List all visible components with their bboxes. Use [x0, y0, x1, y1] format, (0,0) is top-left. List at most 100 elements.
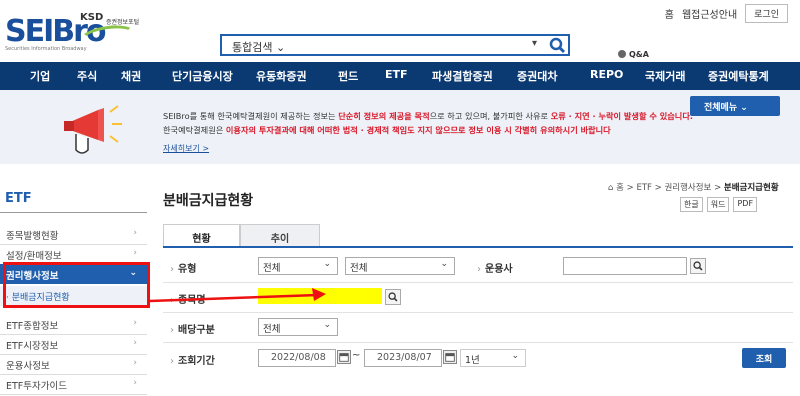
notice-text: SEIBro를 통해 한국예탁결제원이 제공하는 정보는: [163, 111, 339, 121]
sidebar-item-manager[interactable]: 운용사정보 ›: [0, 354, 147, 374]
seibro-logo-sub: Securities Information Broadway: [5, 46, 87, 52]
annotation-frame: [3, 262, 150, 308]
tab-underline: [163, 246, 793, 248]
breadcrumb-etf[interactable]: ETF: [636, 183, 651, 193]
qna-link[interactable]: Q&A: [618, 50, 649, 59]
nav-item-statistics[interactable]: 증권예탁통계: [708, 68, 769, 84]
notice-emphasis: 이용자의 투자결과에 대해 어떠한 법적 · 경제적 책임도 지지 않으므로 정…: [225, 125, 611, 135]
date-from-input[interactable]: 2022/08/08: [258, 349, 336, 367]
qna-icon: [618, 50, 626, 58]
all-menu-button[interactable]: 전체메뉴 ⌄: [690, 96, 780, 116]
sidebar-item-etf-summary[interactable]: ETF종합정보 ›: [0, 314, 147, 334]
breadcrumb-home[interactable]: 홈: [616, 183, 624, 193]
notice-line-1: SEIBro를 통해 한국예탁결제원이 제공하는 정보는 단순히 정보의 제공을…: [163, 110, 693, 122]
dividend-select[interactable]: 전체 ⌄: [258, 318, 338, 336]
site-header: SEIBro Securities Information Broadway K…: [0, 0, 800, 62]
notice-emphasis: 오류 · 지연 · 누락이 발생할 수 있습니다.: [550, 111, 693, 121]
type-select-2[interactable]: 전체 ⌄: [345, 257, 455, 275]
dividend-label: 배당구분: [170, 321, 215, 336]
tab-trend[interactable]: 추이: [240, 224, 320, 246]
breadcrumb-current: 분배금지급현황: [723, 183, 779, 193]
notice-more-link[interactable]: 자세히보기 >: [163, 143, 209, 154]
sidebar-item-market[interactable]: ETF시장정보 ›: [0, 334, 147, 354]
type-label: 유형: [170, 260, 196, 275]
chevron-right-icon: ›: [133, 228, 137, 238]
qna-label: Q&A: [629, 50, 649, 59]
nav-item-international[interactable]: 국제거래: [645, 68, 685, 84]
range-select[interactable]: 1년 ⌄: [460, 349, 526, 367]
sidebar-item-label: ETF투자가이드: [6, 381, 67, 392]
nav-item-bond[interactable]: 채권: [121, 68, 141, 84]
chevron-down-icon: ⌄: [323, 259, 331, 269]
nav-item-fund[interactable]: 펀드: [338, 68, 358, 84]
home-icon[interactable]: ⌂: [608, 183, 613, 193]
tab-status[interactable]: 현황: [163, 224, 240, 246]
sidebar-item-creation-redemption[interactable]: 설정/환매정보 ›: [0, 244, 147, 264]
sidebar-item-label: ETF종합정보: [6, 321, 59, 332]
nav-item-company[interactable]: 기업: [30, 68, 50, 84]
type-select-2-value: 전체: [350, 263, 368, 274]
search-icon[interactable]: [548, 36, 568, 54]
accessibility-link[interactable]: 웹접근성안내: [682, 6, 737, 21]
manager-input[interactable]: [563, 257, 687, 275]
chevron-right-icon: ›: [133, 378, 137, 388]
chevron-down-icon: ⌄: [275, 41, 286, 54]
notice-line-2: 한국예탁결제원은 이용자의 투자결과에 대해 어떠한 법적 · 경제적 책임도 …: [163, 124, 611, 136]
form-divider: [163, 312, 793, 313]
main-nav: 기업 주식 채권 단기금융시장 유동화증권 펀드 ETF 파생결합증권 증권대차…: [0, 62, 800, 90]
breadcrumb: ⌂ 홈 > ETF > 권리행사정보 > 분배금지급현황: [608, 183, 779, 193]
chevron-down-icon: ⌄: [511, 351, 519, 361]
login-button[interactable]: 로그인: [745, 4, 788, 23]
all-menu-label: 전체메뉴: [704, 103, 738, 113]
annotation-arrow-icon: [149, 288, 326, 303]
sidebar-item-label: ETF시장정보: [6, 341, 59, 352]
chevron-down-icon: ⌄: [323, 320, 331, 330]
chevron-down-icon[interactable]: ▾: [532, 38, 537, 49]
notice-text: 한국예탁결제원은: [163, 125, 226, 135]
sidebar-item-label: 운용사정보: [6, 361, 50, 372]
top-links: 홈 웹접근성안내 로그인: [665, 4, 788, 23]
global-search[interactable]: 통합검색 ⌄ ▾: [220, 34, 570, 56]
notice-text: 으로 하고 있으며, 불가피한 사유로: [429, 111, 551, 121]
sidebar-title: ETF: [5, 191, 32, 206]
nav-item-securities-lending[interactable]: 증권대차: [517, 68, 557, 84]
date-to-input[interactable]: 2023/08/07: [364, 349, 442, 367]
period-label: 조회기간: [170, 352, 215, 367]
chevron-down-icon: ⌄: [440, 259, 448, 269]
nav-item-money-market[interactable]: 단기금융시장: [172, 68, 233, 84]
dividend-select-value: 전체: [263, 324, 281, 335]
sidebar-item-label: 종목발행현황: [6, 231, 59, 242]
ksd-logo: KSD: [80, 12, 104, 23]
manager-label: 운용사: [477, 260, 513, 275]
home-link[interactable]: 홈: [665, 6, 674, 21]
sidebar-divider: [0, 212, 147, 213]
chevron-down-icon: ⌄: [740, 103, 748, 113]
type-select-1[interactable]: 전체 ⌄: [258, 257, 338, 275]
nav-item-repo[interactable]: REPO: [590, 68, 623, 81]
chevron-right-icon: ›: [133, 358, 137, 368]
calendar-icon[interactable]: [443, 350, 457, 364]
query-button[interactable]: 조회: [742, 348, 786, 368]
chevron-right-icon: ›: [133, 338, 137, 348]
nav-item-securitization[interactable]: 유동화증권: [256, 68, 307, 84]
chevron-right-icon: ›: [133, 248, 137, 258]
nav-item-etf[interactable]: ETF: [385, 68, 408, 81]
search-scope-select[interactable]: 통합검색 ⌄: [232, 39, 285, 55]
nav-item-derivatives[interactable]: 파생결합증권: [432, 68, 493, 84]
word-download-button[interactable]: 워드: [706, 197, 730, 212]
breadcrumb-rights[interactable]: 권리행사정보: [664, 183, 711, 193]
page-title: 분배금지급현황: [163, 193, 254, 209]
date-separator: ~: [352, 350, 361, 361]
calendar-icon[interactable]: [337, 350, 351, 364]
nav-item-stock[interactable]: 주식: [77, 68, 97, 84]
manager-search-icon[interactable]: [690, 258, 706, 274]
hwp-download-button[interactable]: 한글: [680, 197, 703, 212]
search-scope-label: 통합검색: [232, 41, 273, 54]
pdf-download-button[interactable]: PDF: [733, 197, 758, 212]
chevron-right-icon: ›: [133, 318, 137, 328]
sidebar-separator: [0, 394, 147, 395]
megaphone-icon: [64, 105, 122, 154]
sidebar-item-issuance[interactable]: 종목발행현황 ›: [0, 224, 147, 244]
sidebar-item-guide[interactable]: ETF투자가이드 ›: [0, 374, 147, 394]
type-select-1-value: 전체: [263, 263, 281, 274]
